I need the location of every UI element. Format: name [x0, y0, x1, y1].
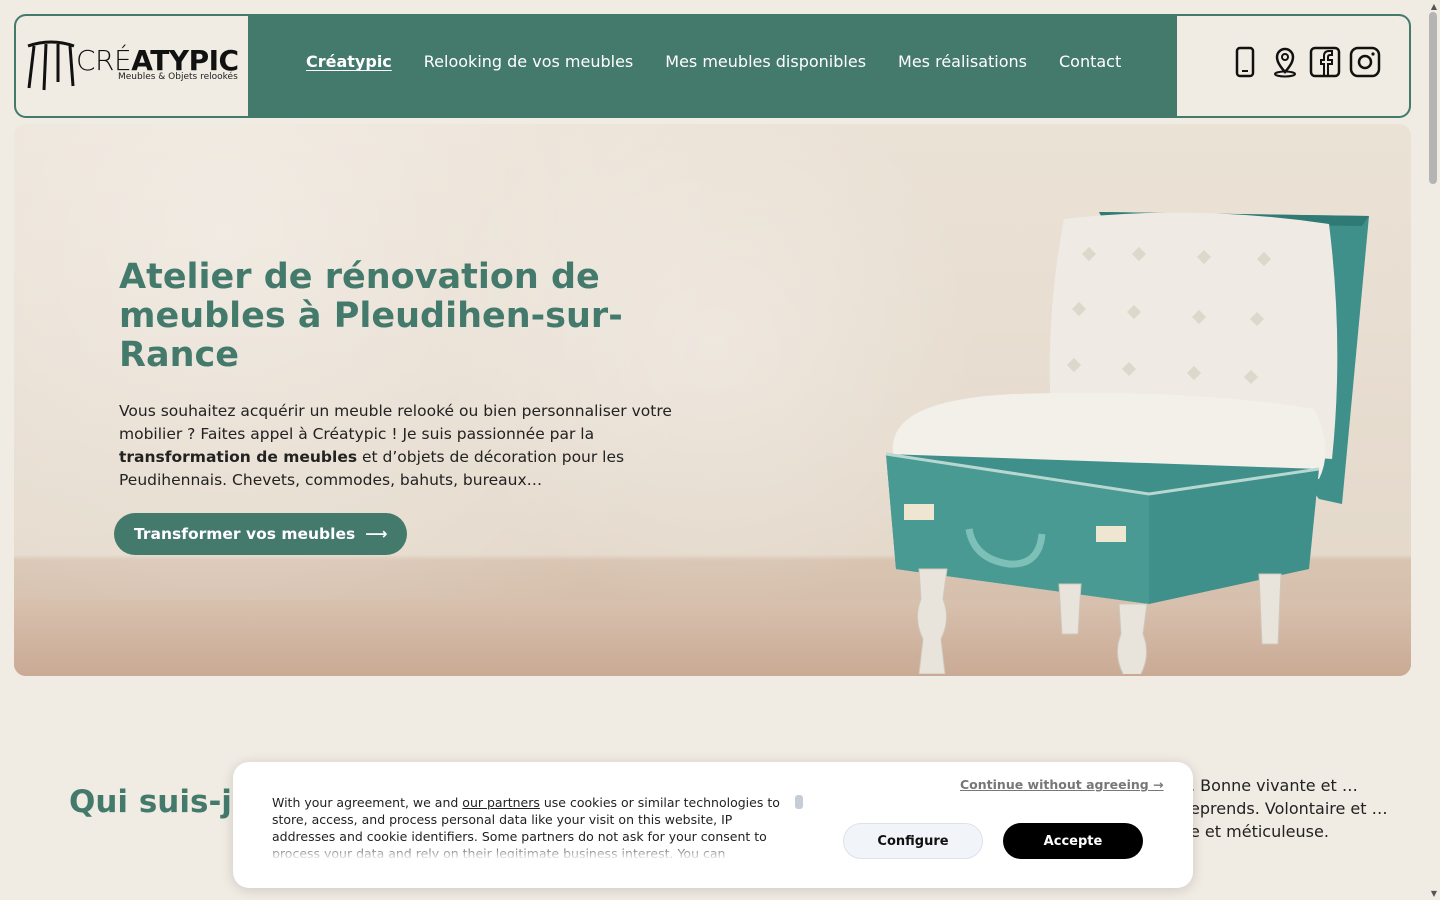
transform-furniture-button[interactable]: Transformer vos meubles ⟶: [114, 513, 408, 555]
cookie-consent-banner: With your agreement, we and our partners…: [233, 762, 1193, 888]
cookie-text-scrollbar[interactable]: [795, 795, 803, 809]
arrow-right-icon: ⟶: [365, 525, 388, 543]
about-text: . Bonne vivante et …eprends. Volontaire …: [1190, 776, 1388, 841]
site-header: CRÉATYPIC Meubles & Objets relookés Créa…: [14, 14, 1411, 118]
cookie-text-fade: [272, 842, 792, 860]
stool-logo-icon: [27, 40, 75, 91]
page-scrollbar[interactable]: ▲ ▼: [1425, 0, 1440, 900]
location-pin-icon[interactable]: [1269, 46, 1301, 78]
transform-furniture-button-label: Transformer vos meubles: [134, 525, 356, 543]
nav-item-relooking[interactable]: Relooking de vos meubles: [424, 52, 633, 71]
nav-item-creatypic[interactable]: Créatypic: [306, 52, 392, 71]
phone-icon[interactable]: [1229, 46, 1261, 78]
nav-item-contact[interactable]: Contact: [1059, 52, 1121, 71]
facebook-icon[interactable]: [1309, 46, 1341, 78]
scrollbar-thumb[interactable]: [1429, 12, 1437, 184]
nav-item-realisations[interactable]: Mes réalisations: [898, 52, 1027, 71]
logo-tagline: Meubles & Objets relookés: [118, 72, 238, 82]
scroll-up-icon[interactable]: ▲: [1431, 2, 1437, 11]
main-nav: Créatypic Relooking de vos meubles Mes m…: [306, 52, 1121, 71]
continue-without-agreeing-link[interactable]: Continue without agreeing →: [960, 777, 1164, 792]
hero-description: Vous souhaitez acquérir un meuble relook…: [119, 402, 672, 489]
scroll-down-icon[interactable]: ▼: [1431, 889, 1437, 898]
partners-link[interactable]: our partners: [462, 795, 540, 810]
suitcase-chair-image: [885, 212, 1369, 674]
hero-banner: Atelier de rénovation de meubles à Pleud…: [14, 124, 1411, 676]
instagram-icon[interactable]: [1349, 46, 1381, 78]
social-links: [1177, 16, 1409, 116]
logo[interactable]: CRÉATYPIC Meubles & Objets relookés: [16, 16, 248, 116]
configure-button[interactable]: Configure: [843, 823, 983, 859]
accept-button[interactable]: Accepte: [1003, 823, 1143, 859]
nav-item-meubles-disponibles[interactable]: Mes meubles disponibles: [665, 52, 866, 71]
hero-title: Atelier de rénovation de meubles à Pleud…: [119, 257, 623, 375]
about-title: Qui suis-je: [69, 784, 253, 820]
